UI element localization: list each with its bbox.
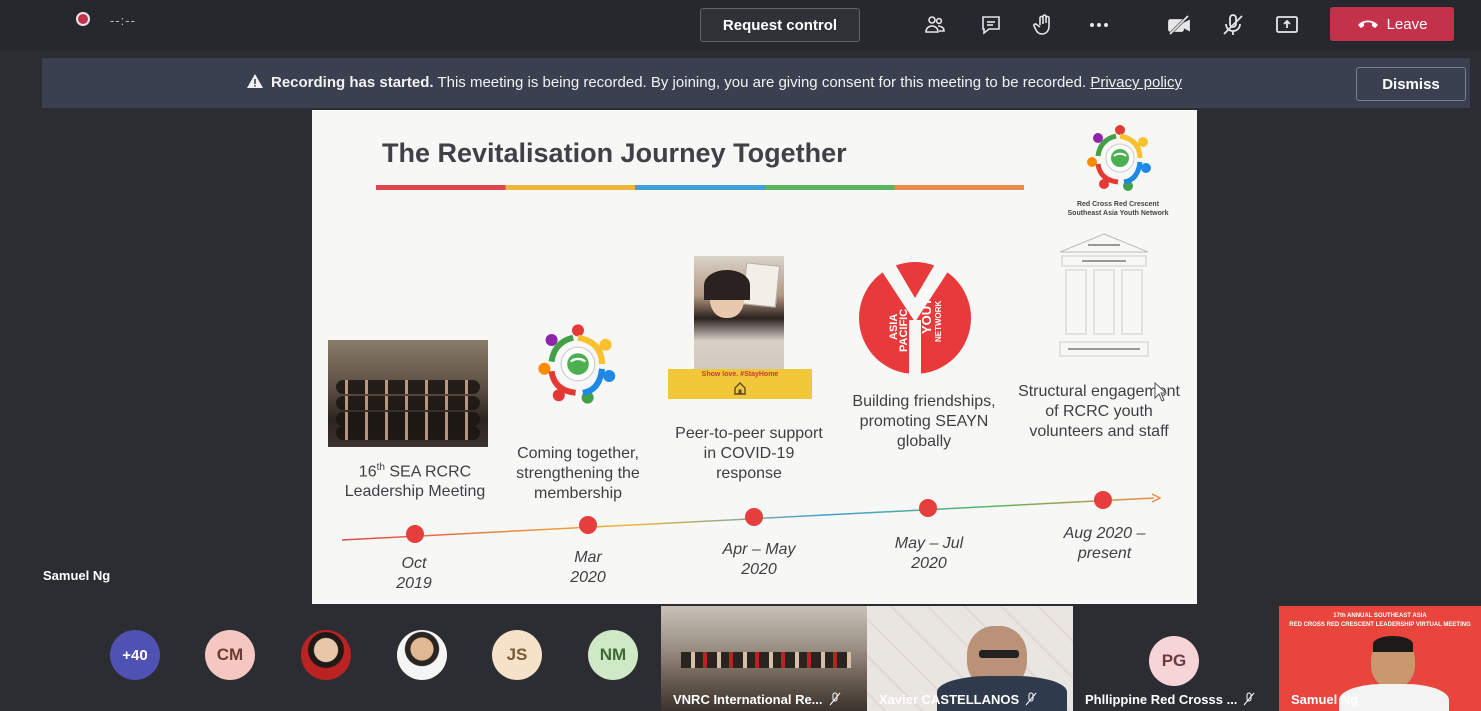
phone-hangup-icon <box>1357 20 1378 28</box>
timeline-dot <box>406 525 424 543</box>
timeline-dot <box>919 499 937 517</box>
apyn-text-network: NETWORK <box>934 300 943 342</box>
recording-banner: Recording has started. This meeting is b… <box>42 58 1470 108</box>
org-name: Red Cross Red Crescent Southeast Asia Yo… <box>1052 200 1184 218</box>
participant-tile-philippine-red-cross[interactable]: PG Phllippine Red Crosss ... <box>1073 606 1279 711</box>
participant-avatar-photo[interactable] <box>397 630 447 680</box>
date-1-a: Mar <box>574 549 602 566</box>
slide-title: The Revitalisation Journey Together <box>382 138 847 168</box>
participant-avatar-nm[interactable]: NM <box>588 630 638 680</box>
date-apr-may-2020: Apr – May 2020 <box>704 540 814 580</box>
date-2-a: Apr – May <box>722 541 796 558</box>
camera-off-icon[interactable] <box>1166 12 1192 38</box>
caption-0-ordinal: th <box>376 462 385 473</box>
participant-video-tile[interactable]: VNRC International Re... <box>661 606 867 711</box>
presenter-name: Samuel Ng <box>43 568 111 583</box>
stay-home-tag-text: Show love. #StayHome <box>701 371 779 378</box>
leadership-meeting-photo <box>328 340 488 447</box>
request-control-button[interactable]: Request control <box>700 8 860 42</box>
date-2-b: 2020 <box>741 561 777 578</box>
participant-avatar-cm[interactable]: CM <box>205 630 255 680</box>
title-rule <box>376 185 1024 190</box>
event-banner-line2: RED CROSS RED CRESCENT LEADERSHIP VIRTUA… <box>1289 622 1471 628</box>
recording-started-text: Recording has started. <box>271 74 434 91</box>
tile-label-samuel: Samuel Ng <box>1291 692 1359 707</box>
mouse-cursor-icon <box>1154 382 1168 402</box>
more-participants-button[interactable]: +40 <box>110 630 160 680</box>
meeting-toolbar: --:-- Request control Leave <box>0 0 1481 50</box>
date-4-b: present <box>1077 545 1132 562</box>
mic-off-icon <box>1025 692 1037 706</box>
privacy-policy-link[interactable]: Privacy policy <box>1090 74 1182 91</box>
recording-consent-text: This meeting is being recorded. By joini… <box>433 74 1091 91</box>
dismiss-button[interactable]: Dismiss <box>1356 67 1466 101</box>
tile-label-philippine: Phllippine Red Crosss ... <box>1085 692 1255 707</box>
date-3-b: 2020 <box>911 555 947 572</box>
seayn-logo-icon <box>1087 125 1151 191</box>
warning-icon <box>247 74 263 88</box>
tile-label-vnrc: VNRC International Re... <box>673 692 841 707</box>
timeline-dot <box>579 516 597 534</box>
participant-video-tile[interactable]: Xavier CASTELLANOS <box>867 606 1073 711</box>
caption-apr-may-2020: Peer-to-peer support in COVID-19 respons… <box>675 425 823 482</box>
date-0-a: Oct <box>401 555 427 572</box>
apyn-text-pacific: PACIFIC <box>898 309 910 352</box>
date-0-b: 2019 <box>396 575 432 592</box>
date-oct-2019: Oct 2019 <box>364 554 464 594</box>
participant-avatar-js[interactable]: JS <box>492 630 542 680</box>
leave-label: Leave <box>1386 15 1428 33</box>
apyn-text-youth: YOUTH <box>919 289 934 335</box>
meeting-timer: --:-- <box>110 13 136 28</box>
chat-icon[interactable] <box>978 12 1004 38</box>
tile-label-xavier-text: Xavier CASTELLANOS <box>879 692 1020 707</box>
mic-off-icon <box>829 692 840 706</box>
house-icon <box>734 382 746 395</box>
tile-label-vnrc-text: VNRC International Re... <box>673 692 823 707</box>
caption-may-jul-2020: Building friendships, promoting SEAYN gl… <box>852 393 996 450</box>
participants-icon[interactable] <box>922 12 948 38</box>
event-banner-line1: 17th ANNUAL SOUTHEAST ASIA <box>1333 613 1427 619</box>
timeline-dot <box>745 508 763 526</box>
mic-off-icon[interactable] <box>1220 12 1246 38</box>
recording-indicator-icon <box>76 12 90 26</box>
date-may-jul-2020: May – Jul 2020 <box>874 534 984 574</box>
stay-home-tag: Show love. #StayHome <box>668 369 812 399</box>
tile-label-xavier: Xavier CASTELLANOS <box>879 692 1037 707</box>
membership-logo-icon <box>538 324 616 404</box>
raise-hand-icon[interactable] <box>1031 12 1057 38</box>
participant-avatar-photo[interactable] <box>301 630 351 680</box>
date-aug-2020: Aug 2020 – present <box>1042 524 1167 564</box>
shared-slide: The Revitalisation Journey Together Red … <box>312 110 1197 604</box>
participant-video-tile-samuel[interactable]: 17th ANNUAL SOUTHEAST ASIA RED CROSS RED… <box>1279 606 1481 711</box>
org-name-line2: Southeast Asia Youth Network <box>1067 210 1169 217</box>
mic-off-icon <box>1244 692 1255 706</box>
org-name-line1: Red Cross Red Crescent <box>1076 201 1160 208</box>
leave-button[interactable]: Leave <box>1330 7 1454 41</box>
date-1-b: 2020 <box>570 569 606 586</box>
more-icon[interactable] <box>1086 12 1112 38</box>
tile-label-philippine-text: Phllippine Red Crosss ... <box>1085 692 1238 707</box>
timeline-dot <box>1094 491 1112 509</box>
date-mar-2020: Mar 2020 <box>538 548 638 588</box>
participant-avatar-pg: PG <box>1149 636 1199 686</box>
caption-0-number: 16 <box>358 463 377 481</box>
asia-pacific-youth-network-logo-icon: ASIA PACIFIC YOUTH NETWORK <box>859 262 971 374</box>
date-4-a: Aug 2020 – <box>1063 525 1146 542</box>
date-3-a: May – Jul <box>894 535 964 552</box>
structure-diagram <box>1059 233 1149 357</box>
stay-home-photo <box>694 256 784 369</box>
share-icon[interactable] <box>1274 12 1300 38</box>
recording-message: Recording has started. This meeting is b… <box>247 74 1182 91</box>
